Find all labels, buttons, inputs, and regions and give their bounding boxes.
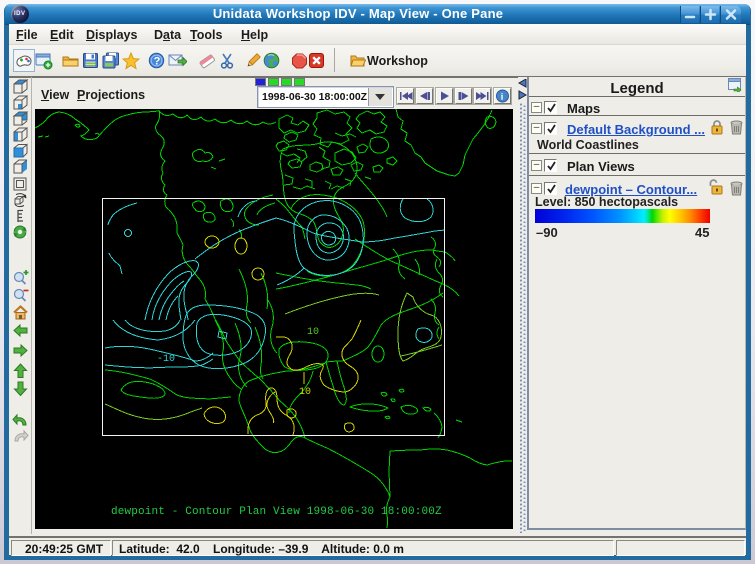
svg-text:10: 10	[307, 327, 319, 338]
svg-text:?: ?	[154, 56, 161, 68]
svg-text:dewpoint - Contour Plan View 1: dewpoint - Contour Plan View 1998-06-30 …	[111, 506, 442, 518]
svg-text:10: 10	[299, 387, 311, 398]
svg-text:-10: -10	[157, 354, 175, 365]
